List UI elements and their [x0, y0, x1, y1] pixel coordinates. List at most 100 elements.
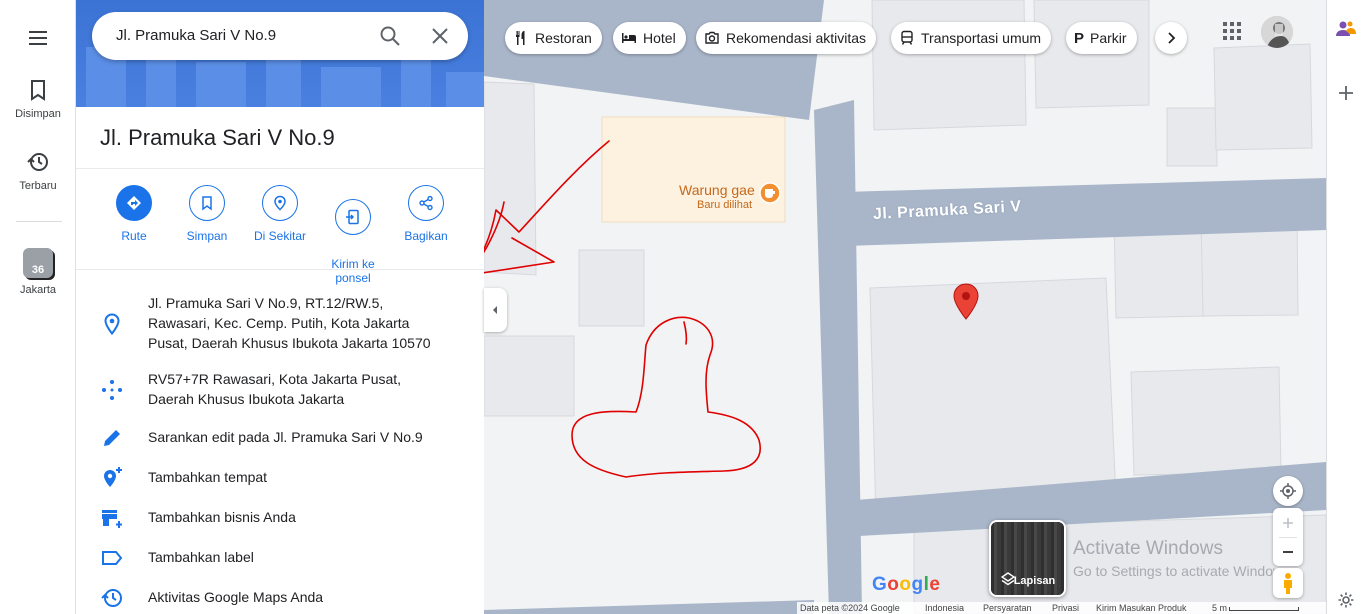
add-business-icon	[102, 510, 122, 528]
recent-place-jakarta[interactable]: 36 Jakarta	[0, 248, 76, 296]
scale-label[interactable]: 5 m	[1212, 603, 1227, 613]
map-data-credit: Data peta ©2024 Google	[800, 603, 900, 613]
directions-button[interactable]: Rute	[98, 185, 170, 243]
send-to-phone-label: Kirim ke ponsel	[331, 257, 375, 285]
maps-activity-row[interactable]: Aktivitas Google Maps Anda	[76, 586, 484, 610]
place-thumbnail: 36	[23, 248, 53, 278]
plus-code-text: RV57+7R Rawasari, Kota Jakarta Pusat, Da…	[148, 371, 402, 407]
directions-icon	[116, 185, 152, 221]
layers-label: Lapisan	[1013, 575, 1056, 587]
divider	[76, 269, 484, 270]
share-icon	[408, 185, 444, 221]
scale-bar	[1229, 607, 1299, 611]
zoom-in-button[interactable]	[1273, 508, 1303, 537]
collapse-panel-button[interactable]	[484, 288, 507, 332]
plus-code-row[interactable]: RV57+7R Rawasari, Kota Jakarta Pusat, Da…	[76, 368, 484, 412]
plus-icon	[1283, 518, 1293, 528]
footer-privacy-link[interactable]: Privasi	[1052, 603, 1079, 613]
camera-icon	[705, 31, 719, 44]
chip-things-to-do[interactable]: Rekomendasi aktivitas	[696, 22, 877, 54]
chip-label: Transportasi umum	[921, 30, 1042, 46]
parking-icon: P	[1074, 29, 1085, 47]
add-business-text: Tambahkan bisnis Anda	[148, 509, 296, 525]
close-icon[interactable]	[428, 24, 452, 48]
add-location-icon	[104, 467, 122, 487]
history-icon	[27, 153, 48, 171]
add-business-row[interactable]: Tambahkan bisnis Anda	[76, 506, 484, 530]
pencil-icon	[104, 430, 120, 446]
my-location-button[interactable]	[1273, 476, 1303, 506]
search-box[interactable]: Jl. Pramuka Sari V No.9	[92, 12, 468, 60]
share-label: Bagikan	[404, 229, 448, 243]
minus-icon	[1283, 551, 1293, 553]
recent-button[interactable]: Terbaru	[0, 150, 76, 192]
chevron-left-icon	[493, 306, 497, 314]
pegman-icon	[1284, 573, 1292, 594]
google-logo: Google	[872, 574, 941, 595]
send-to-phone-button[interactable]: Kirim ke ponsel	[317, 185, 389, 285]
footer-region-link[interactable]: Indonesia	[925, 603, 964, 613]
street-view-button[interactable]	[1273, 568, 1303, 598]
chip-restaurants[interactable]: Restoran	[505, 22, 602, 54]
map-footer: Data peta ©2024 Google Indonesia Persyar…	[797, 602, 1326, 614]
zoom-out-button[interactable]	[1273, 537, 1303, 566]
search-icon[interactable]	[378, 24, 402, 48]
people-icon[interactable]	[1336, 19, 1356, 39]
history-icon	[101, 589, 122, 607]
activate-windows-sub: Go to Settings to activate Windows.	[1073, 563, 1294, 579]
zoom-controls	[1273, 508, 1303, 566]
label-icon	[102, 551, 123, 565]
place-panel: Jl. Pramuka Sari V No.9 Jl. Pramuka Sari…	[76, 0, 484, 614]
hotel-icon	[622, 33, 636, 43]
footer-feedback-link[interactable]: Kirim Masukan Produk	[1096, 603, 1187, 613]
nearby-button[interactable]: Di Sekitar	[244, 185, 316, 243]
apps-grid-icon[interactable]	[1222, 21, 1242, 41]
save-button[interactable]: Simpan	[171, 185, 243, 243]
location-pin-icon	[104, 313, 120, 336]
add-label-row[interactable]: Tambahkan label	[76, 546, 484, 570]
send-to-phone-icon	[335, 199, 371, 235]
rail-divider	[16, 221, 62, 222]
recent-place-label: Jakarta	[19, 284, 57, 296]
layers-button[interactable]: Lapisan	[989, 520, 1066, 597]
saved-button[interactable]: Disimpan	[0, 78, 76, 120]
chip-parking[interactable]: P Parkir	[1066, 22, 1137, 54]
left-rail: Disimpan Terbaru 36 Jakarta	[0, 0, 76, 614]
avatar[interactable]	[1261, 16, 1293, 48]
restaurant-icon	[516, 31, 525, 45]
chips-next-button[interactable]	[1155, 22, 1187, 54]
chip-transit[interactable]: Transportasi umum	[891, 22, 1052, 54]
chip-hotels[interactable]: Hotel	[613, 22, 686, 54]
divider	[76, 168, 484, 169]
address-row[interactable]: Jl. Pramuka Sari V No.9, RT.12/RW.5, Raw…	[76, 290, 484, 356]
suggest-edit-text: Sarankan edit pada Jl. Pramuka Sari V No…	[148, 429, 423, 445]
chip-label: Rekomendasi aktivitas	[726, 30, 867, 46]
directions-label: Rute	[121, 229, 147, 243]
menu-button[interactable]	[0, 26, 76, 56]
hamburger-icon	[29, 31, 47, 45]
plus-icon[interactable]	[1337, 84, 1355, 102]
address-text: Jl. Pramuka Sari V No.9, RT.12/RW.5, Raw…	[148, 295, 431, 351]
saved-label: Disimpan	[15, 108, 61, 120]
chip-label: Parkir	[1090, 30, 1127, 46]
share-button[interactable]: Bagikan	[390, 185, 462, 243]
my-location-icon	[1280, 483, 1296, 499]
add-label-text: Tambahkan label	[148, 549, 254, 565]
activate-windows-title: Activate Windows	[1073, 538, 1223, 559]
gear-icon[interactable]	[1337, 591, 1355, 609]
save-label: Simpan	[186, 229, 228, 243]
plus-code-icon	[102, 380, 122, 400]
action-bar: Rute Simpan Di Sekitar Kirim ke ponsel B…	[76, 185, 484, 285]
poi-name[interactable]: Warung gae	[679, 182, 755, 198]
add-place-row[interactable]: Tambahkan tempat	[76, 466, 484, 490]
map-canvas[interactable]: Warung gae Baru dilihat Jl. Pramuka Sari…	[484, 0, 1326, 614]
search-input[interactable]: Jl. Pramuka Sari V No.9	[116, 27, 276, 44]
suggest-edit-row[interactable]: Sarankan edit pada Jl. Pramuka Sari V No…	[76, 426, 484, 450]
chip-label: Restoran	[535, 30, 592, 46]
account-avatar-image	[1261, 16, 1293, 48]
footer-terms-link[interactable]: Persyaratan	[983, 603, 1032, 613]
bookmark-icon	[31, 80, 45, 101]
train-icon	[901, 30, 913, 45]
place-badge: 36	[31, 264, 45, 276]
nearby-icon	[262, 185, 298, 221]
